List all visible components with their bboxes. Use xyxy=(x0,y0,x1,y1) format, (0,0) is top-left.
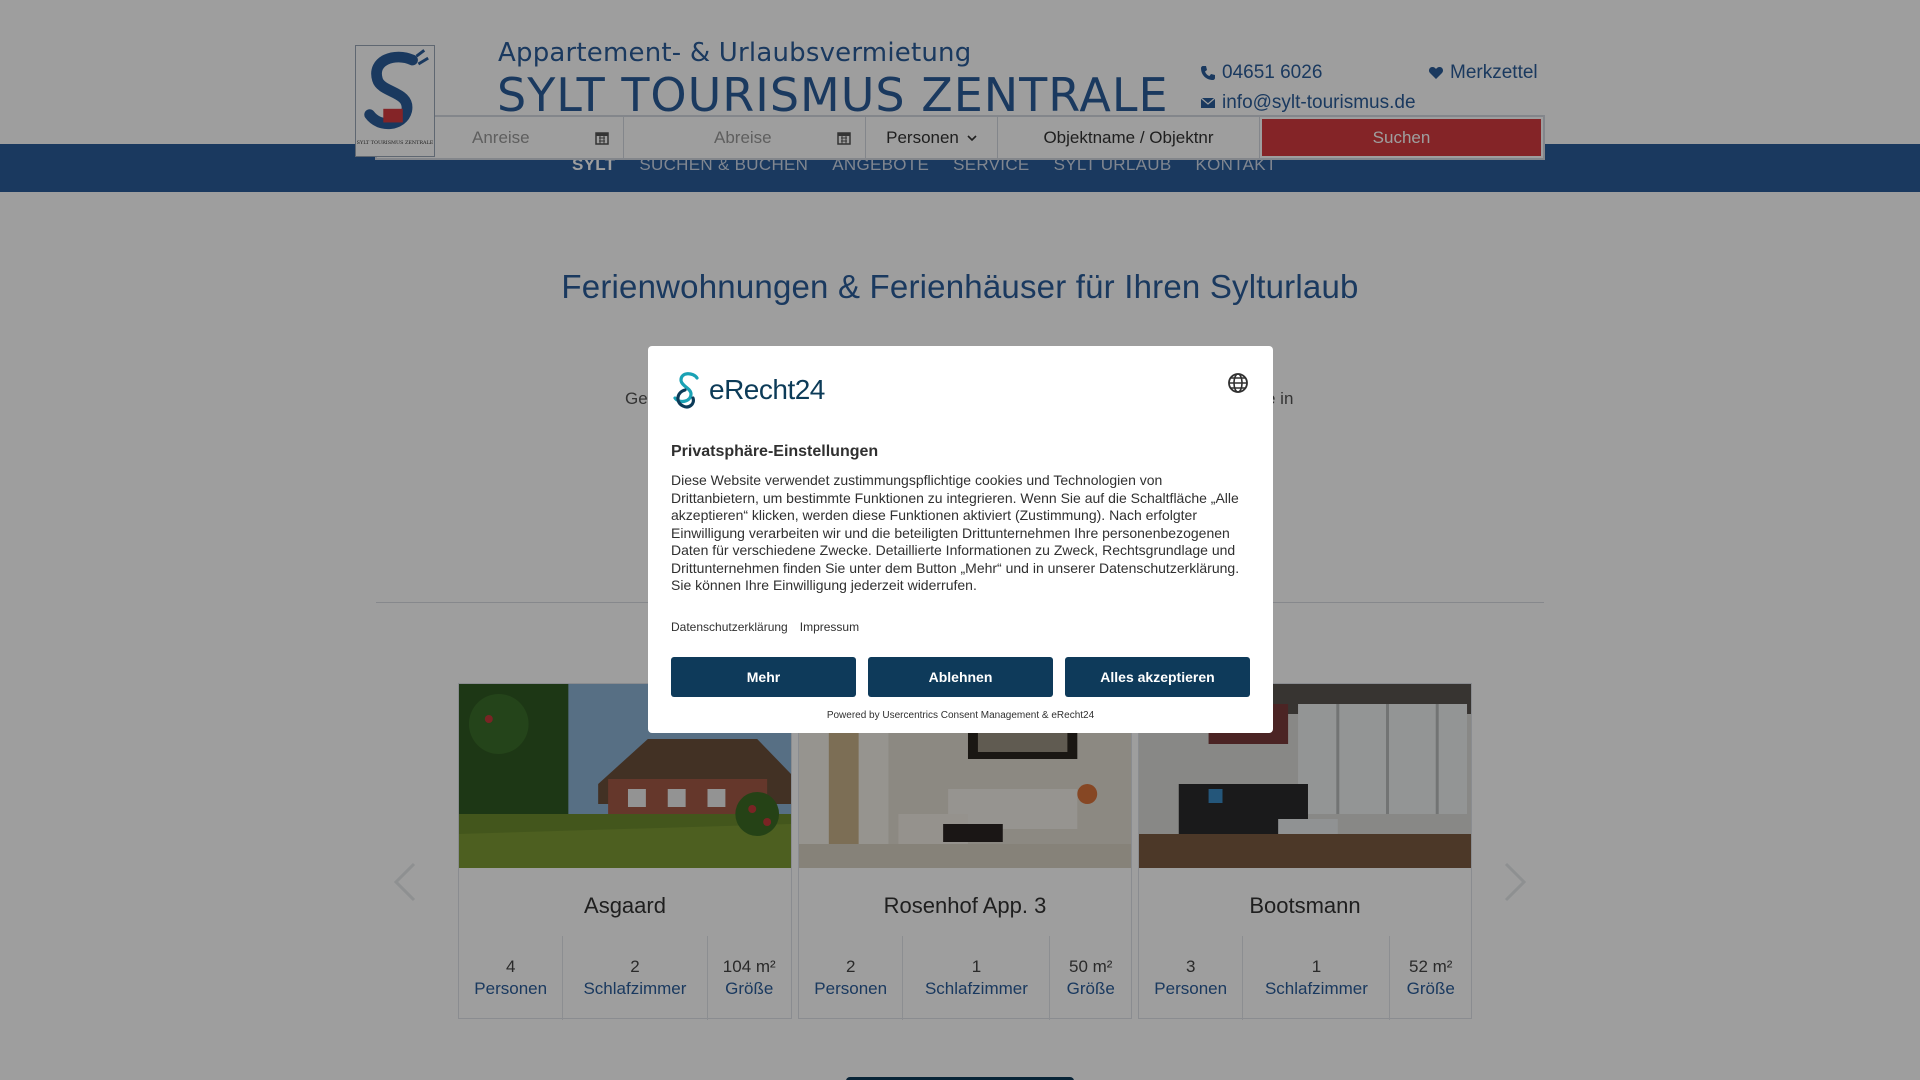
consent-dialog: eRecht24 Privatsphäre-Einstellungen Dies… xyxy=(648,346,1273,733)
powered-by-text: Powered by Usercentrics Consent Manageme… xyxy=(826,710,1095,721)
consent-body: Diese Website verwendet zustimmungspflic… xyxy=(671,472,1240,593)
erecht24-logo: eRecht24 xyxy=(671,370,825,410)
globe-icon[interactable] xyxy=(1227,372,1249,394)
more-button[interactable]: Mehr xyxy=(671,657,856,697)
imprint-link[interactable]: Impressum xyxy=(800,620,859,634)
consent-title: Privatsphäre-Einstellungen xyxy=(671,443,879,460)
consent-buttons: Mehr Ablehnen Alles akzeptieren xyxy=(671,657,1250,697)
decline-button[interactable]: Ablehnen xyxy=(868,657,1053,697)
erecht24-mark-icon xyxy=(673,372,699,409)
accept-all-button[interactable]: Alles akzeptieren xyxy=(1065,657,1250,697)
consent-links: Datenschutzerklärung Impressum xyxy=(671,620,859,634)
erecht24-logo-text: eRecht24 xyxy=(709,374,825,405)
privacy-policy-link[interactable]: Datenschutzerklärung xyxy=(671,620,788,634)
